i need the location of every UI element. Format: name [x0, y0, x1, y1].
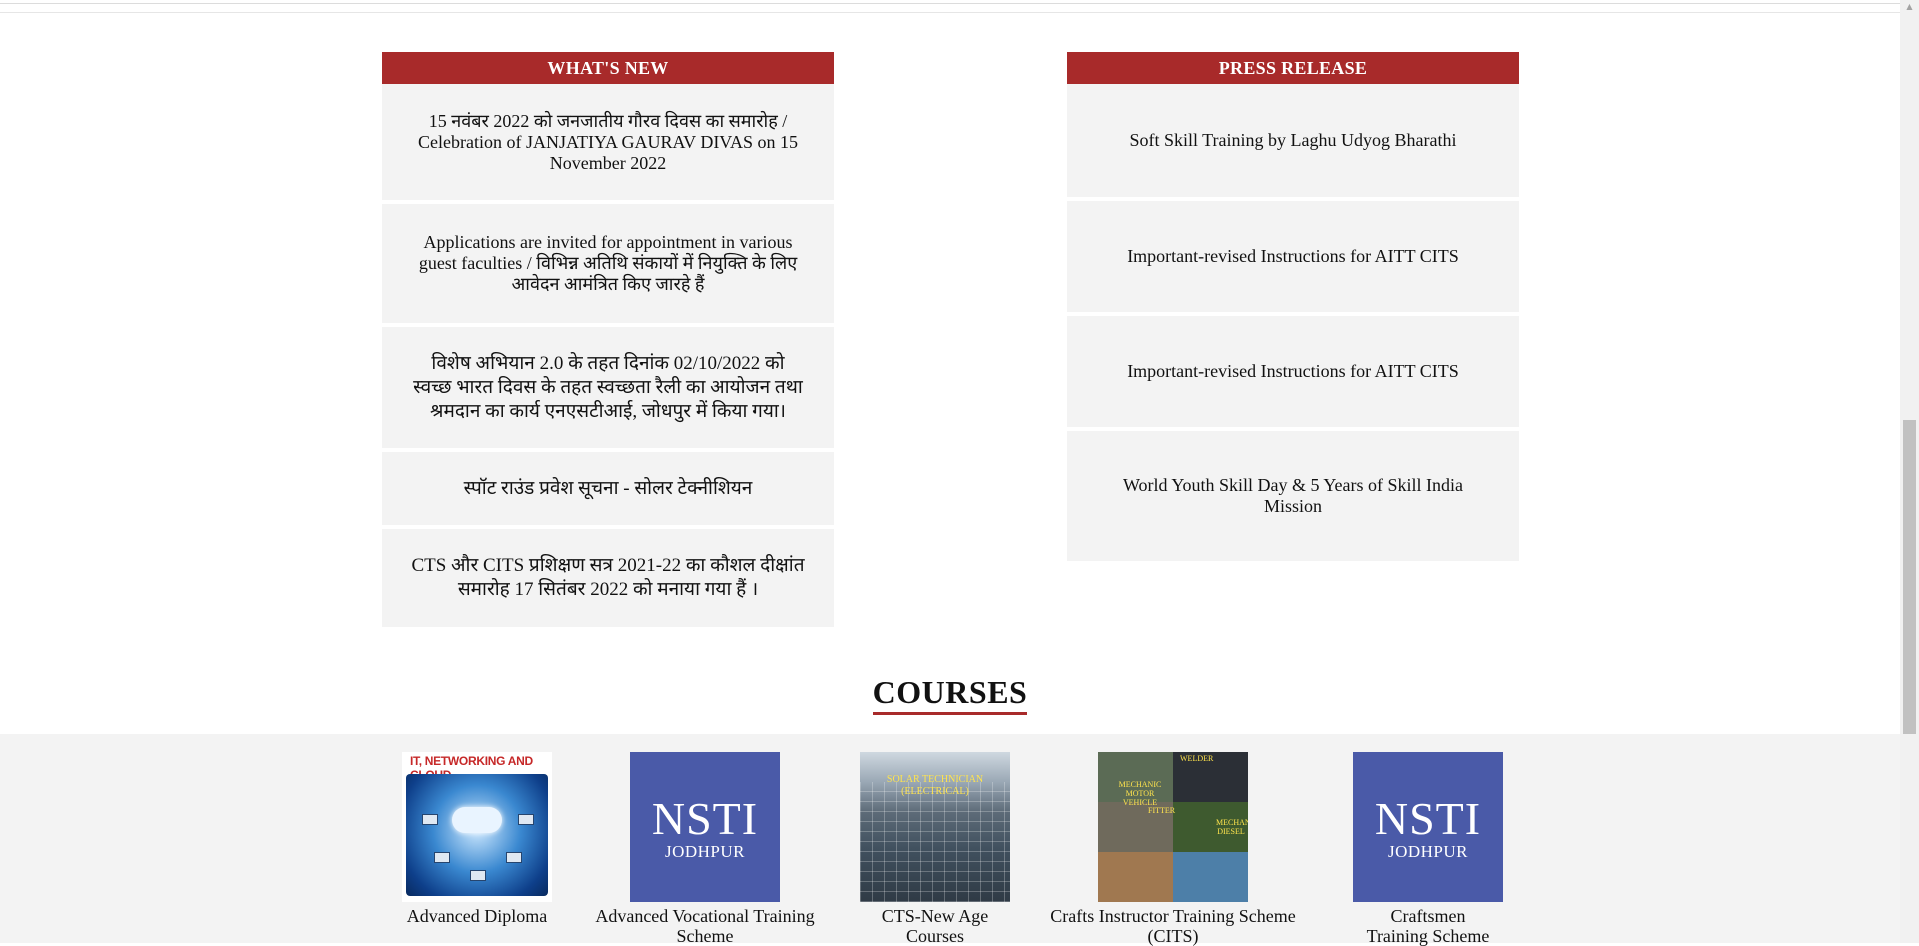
course-thumbnail-trades[interactable]: WELDER FITTER MECHANIC DIESEL MECHANIC M… — [1098, 752, 1248, 902]
press-release-heading: PRESS RELEASE — [1067, 52, 1519, 84]
course-label[interactable]: Advanced Vocational Training Scheme — [575, 906, 835, 946]
press-item[interactable]: World Youth Skill Day & 5 Years of Skill… — [1067, 431, 1519, 561]
course-card-cits[interactable]: WELDER FITTER MECHANIC DIESEL MECHANIC M… — [1043, 752, 1303, 946]
solar-panel-illustration — [860, 782, 1010, 902]
news-item[interactable]: Applications are invited for appointment… — [382, 204, 834, 323]
whats-new-panel: WHAT'S NEW 15 नवंबर 2022 को जनजातीय गौरव… — [382, 52, 834, 627]
press-item[interactable]: Important-revised Instructions for AITT … — [1067, 316, 1519, 427]
computer-icon — [470, 870, 486, 881]
computer-icon — [434, 852, 450, 863]
cloud-icon — [452, 807, 502, 833]
computer-icon — [518, 814, 534, 825]
press-item[interactable]: Soft Skill Training by Laghu Udyog Bhara… — [1067, 84, 1519, 197]
computer-icon — [506, 852, 522, 863]
course-thumbnail-solar[interactable]: SOLAR TECHNICIAN (ELECTRICAL) — [860, 752, 1010, 902]
scrollbar-arrow-up[interactable]: ▲ — [1900, 0, 1919, 14]
news-item[interactable]: विशेष अभियान 2.0 के तहत दिनांक 02/10/202… — [382, 327, 834, 448]
scrollbar-thumb[interactable] — [1903, 420, 1916, 734]
nsti-logo[interactable]: NSTI JODHPUR — [1353, 752, 1503, 902]
thumbnail-caption: SOLAR TECHNICIAN (ELECTRICAL) — [886, 774, 984, 797]
course-card-craftsmen[interactable]: NSTI JODHPUR Craftsmen Training Scheme — [1298, 752, 1558, 946]
course-label[interactable]: Craftsmen Training Scheme — [1298, 906, 1558, 946]
computer-icon — [422, 814, 438, 825]
whats-new-heading: WHAT'S NEW — [382, 52, 834, 84]
news-item[interactable]: 15 नवंबर 2022 को जनजातीय गौरव दिवस का सम… — [382, 84, 834, 200]
press-item[interactable]: Important-revised Instructions for AITT … — [1067, 201, 1519, 312]
news-item[interactable]: स्पॉट राउंड प्रवेश सूचना - सोलर टेक्नीशि… — [382, 452, 834, 525]
news-item[interactable]: CTS और CITS प्रशिक्षण सत्र 2021-22 का कौ… — [382, 529, 834, 627]
course-card-advanced-diploma[interactable]: IT, NETWORKING AND CLOUD Advanced Diplom… — [347, 752, 607, 926]
courses-section-title: COURSES — [0, 674, 1900, 715]
course-label[interactable]: Crafts Instructor Training Scheme (CITS) — [1043, 906, 1303, 946]
course-label[interactable]: Advanced Diploma — [347, 906, 607, 926]
press-release-panel: PRESS RELEASE Soft Skill Training by Lag… — [1067, 52, 1519, 561]
course-label[interactable]: CTS-New Age Courses — [805, 906, 1065, 946]
nsti-logo[interactable]: NSTI JODHPUR — [630, 752, 780, 902]
course-thumbnail-cloud[interactable]: IT, NETWORKING AND CLOUD — [402, 752, 552, 902]
course-card-advanced-vocational[interactable]: NSTI JODHPUR Advanced Vocational Trainin… — [575, 752, 835, 946]
top-divider — [0, 0, 1900, 13]
course-card-cts-new-age[interactable]: SOLAR TECHNICIAN (ELECTRICAL) CTS-New Ag… — [805, 752, 1065, 946]
